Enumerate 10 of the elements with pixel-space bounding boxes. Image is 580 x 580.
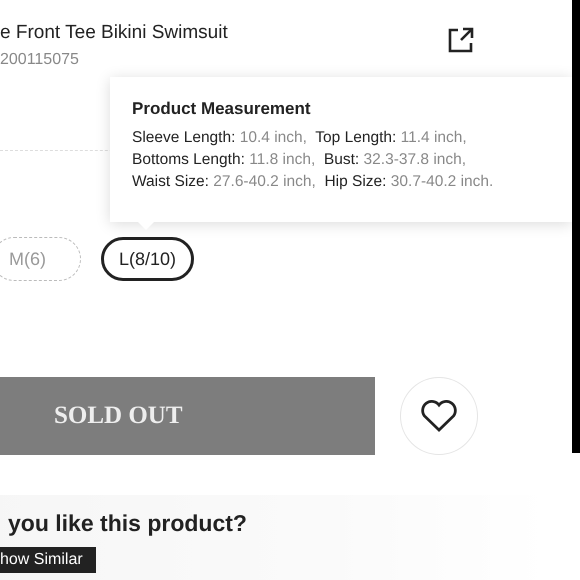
size-option[interactable]: L(8/10)	[101, 237, 194, 281]
product-sku: 200115075	[0, 50, 80, 70]
measurement-line: Waist Size: 27.6-40.2 inch, Hip Size: 30.7-40.2 inch.	[132, 172, 494, 192]
product-title: e Front Tee Bikini Swimsuit	[0, 21, 228, 45]
share-icon[interactable]	[448, 27, 474, 53]
measurement-line: Sleeve Length: 10.4 inch, Top Length: 11.4 inch,	[132, 128, 468, 148]
show-similar-button[interactable]: how Similar	[0, 547, 96, 573]
popup-title: Product Measurement	[132, 99, 312, 119]
measurement-line: Bottoms Length: 11.8 inch, Bust: 32.3-37.8 inch,	[132, 150, 468, 170]
feedback-question: you like this product?	[8, 510, 248, 537]
